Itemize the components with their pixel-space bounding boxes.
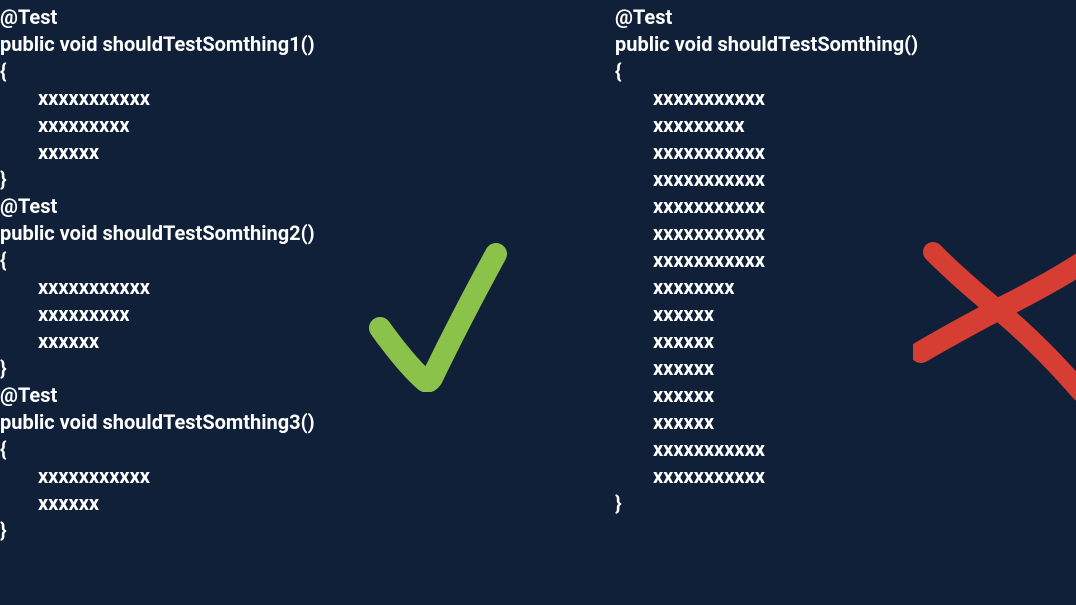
code-line: { bbox=[0, 247, 615, 274]
code-line: } bbox=[0, 517, 615, 544]
code-line: xxxxxxxxx bbox=[615, 112, 1076, 139]
code-line: xxxxxxxxxxx bbox=[0, 274, 615, 301]
good-example-column: @Testpublic void shouldTestSomthing1(){x… bbox=[0, 0, 615, 605]
code-line: @Test bbox=[615, 4, 1076, 31]
code-line: xxxxxxxxxxx bbox=[0, 463, 615, 490]
good-code-block: @Testpublic void shouldTestSomthing1(){x… bbox=[0, 4, 615, 544]
code-line: } bbox=[0, 166, 615, 193]
bad-code-block: @Testpublic void shouldTestSomthing(){xx… bbox=[615, 4, 1076, 517]
code-line: public void shouldTestSomthing2() bbox=[0, 220, 615, 247]
code-line: xxxxxx bbox=[615, 301, 1076, 328]
code-line: xxxxxx bbox=[0, 328, 615, 355]
code-line: public void shouldTestSomthing1() bbox=[0, 31, 615, 58]
code-line: xxxxxxxx bbox=[615, 274, 1076, 301]
code-line: xxxxxxxxxxx bbox=[0, 85, 615, 112]
comparison-layout: @Testpublic void shouldTestSomthing1(){x… bbox=[0, 0, 1076, 605]
code-line: xxxxxxxxxxx bbox=[615, 139, 1076, 166]
code-line: { bbox=[615, 58, 1076, 85]
code-line: xxxxxxxxxxx bbox=[615, 220, 1076, 247]
code-line: @Test bbox=[0, 382, 615, 409]
code-line: @Test bbox=[0, 4, 615, 31]
code-line: public void shouldTestSomthing3() bbox=[0, 409, 615, 436]
code-line: xxxxxxxxx bbox=[0, 112, 615, 139]
code-line: } bbox=[0, 355, 615, 382]
code-line: { bbox=[0, 436, 615, 463]
code-line: xxxxxxxxxxx bbox=[615, 436, 1076, 463]
code-line: xxxxxxxxx bbox=[0, 301, 615, 328]
code-line: xxxxxx bbox=[615, 355, 1076, 382]
bad-example-column: @Testpublic void shouldTestSomthing(){xx… bbox=[615, 0, 1076, 605]
code-line: xxxxxxxxxxx bbox=[615, 166, 1076, 193]
code-line: public void shouldTestSomthing() bbox=[615, 31, 1076, 58]
code-line: } bbox=[615, 490, 1076, 517]
code-line: xxxxxxxxxxx bbox=[615, 463, 1076, 490]
code-line: xxxxxx bbox=[615, 382, 1076, 409]
code-line: xxxxxx bbox=[615, 328, 1076, 355]
code-line: xxxxxx bbox=[0, 490, 615, 517]
code-line: xxxxxx bbox=[0, 139, 615, 166]
code-line: xxxxxx bbox=[615, 409, 1076, 436]
code-line: { bbox=[0, 58, 615, 85]
code-line: xxxxxxxxxxx bbox=[615, 193, 1076, 220]
code-line: @Test bbox=[0, 193, 615, 220]
code-line: xxxxxxxxxxx bbox=[615, 85, 1076, 112]
code-line: xxxxxxxxxxx bbox=[615, 247, 1076, 274]
